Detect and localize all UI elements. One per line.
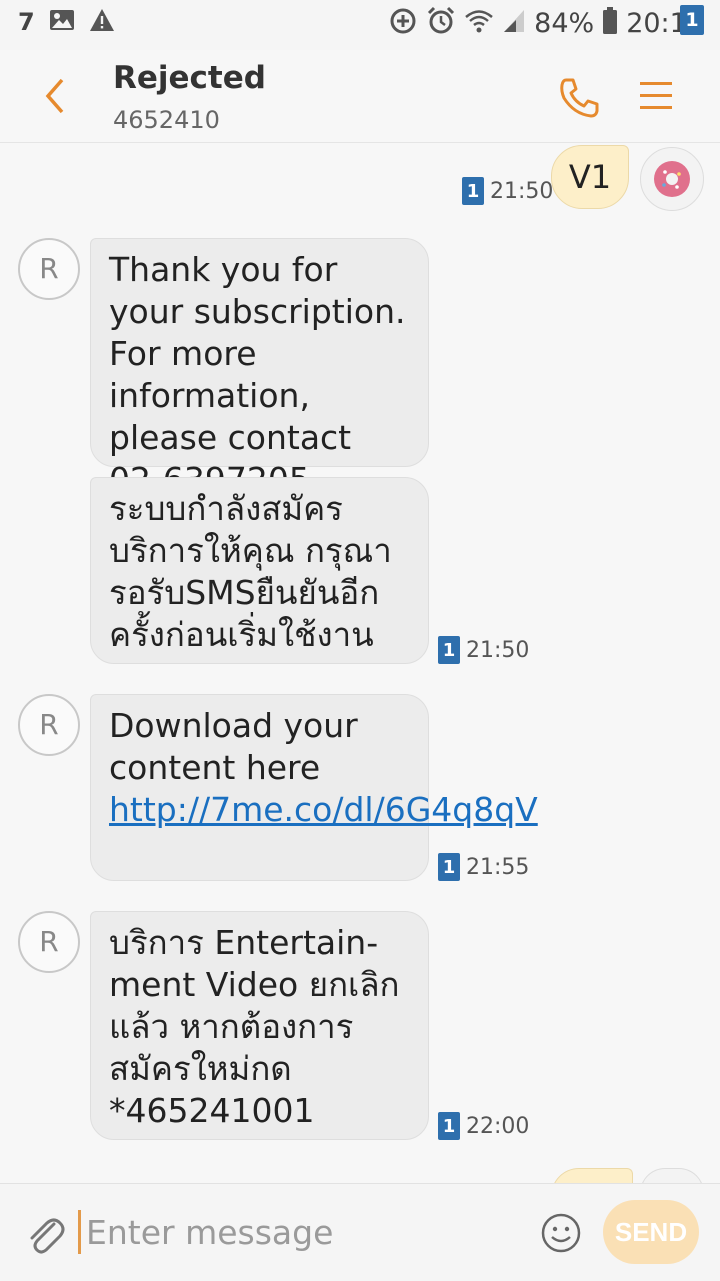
sim-1-icon: 1	[438, 853, 460, 881]
message-meta: 1 21:50	[462, 177, 553, 205]
data-saver-icon	[388, 6, 418, 40]
message-time: 21:50	[490, 178, 554, 204]
notification-count: 7	[18, 8, 35, 36]
image-icon	[49, 9, 75, 35]
incoming-message-bubble[interactable]: Download your content here http://7me.co…	[90, 694, 538, 881]
sim-1-icon: 1	[438, 1112, 460, 1140]
outgoing-message-bubble[interactable]: V1	[551, 145, 629, 209]
sim-1-icon: 1	[438, 636, 460, 664]
sender-avatar[interactable]: R	[18, 911, 80, 973]
wifi-icon	[464, 8, 494, 38]
message-meta: 1 21:50	[438, 636, 529, 664]
battery-percent: 84%	[534, 7, 595, 39]
phone-icon	[560, 78, 599, 118]
incoming-message-bubble[interactable]: ระบบกำลังสมัครบริการให้คุณ กรุณารอรับSMS…	[90, 477, 429, 664]
incoming-message-bubble[interactable]: Thank you for your subscription. For mor…	[90, 238, 429, 499]
alarm-icon	[426, 6, 456, 40]
emoji-button[interactable]	[540, 1212, 582, 1254]
call-button[interactable]	[556, 76, 602, 120]
conversation-header: Rejected 4652410	[0, 50, 720, 143]
sender-avatar[interactable]: R	[18, 694, 80, 756]
message-input-wrap[interactable]	[78, 1206, 498, 1258]
donut-icon	[654, 161, 690, 197]
warning-icon	[89, 8, 115, 36]
contact-title: Rejected	[113, 60, 266, 96]
sender-avatar[interactable]: R	[18, 238, 80, 300]
attach-button[interactable]	[24, 1210, 66, 1258]
self-avatar[interactable]	[640, 147, 704, 211]
compose-bar: SEND	[0, 1183, 720, 1281]
sim-1-icon: 1	[462, 177, 484, 205]
menu-button[interactable]	[638, 76, 674, 116]
menu-icon	[640, 82, 672, 109]
message-input[interactable]	[84, 1206, 488, 1258]
sim-1-icon: 1	[680, 5, 704, 35]
paperclip-icon	[30, 1218, 65, 1254]
chevron-left-icon	[45, 78, 64, 114]
text-cursor	[78, 1210, 81, 1254]
message-time: 21:55	[466, 854, 530, 880]
message-meta: 1 21:55	[438, 853, 529, 881]
incoming-message-bubble[interactable]: บริการ Entertain-ment Video ยกเลิกแล้ว ห…	[90, 911, 429, 1140]
signal-icon	[502, 8, 526, 38]
send-button[interactable]: SEND	[603, 1200, 699, 1264]
message-time: 21:50	[466, 637, 530, 663]
back-button[interactable]	[36, 74, 76, 118]
message-time: 22:00	[466, 1113, 530, 1139]
message-meta: 1 22:00	[438, 1112, 529, 1140]
emoji-icon	[541, 1213, 581, 1253]
message-text: Download your content here	[109, 706, 358, 787]
status-bar: 7 84% 20:12	[0, 0, 720, 50]
message-link[interactable]: http://7me.co/dl/6G4q8qV	[109, 790, 538, 829]
battery-icon	[602, 7, 618, 39]
contact-number: 4652410	[113, 106, 220, 134]
